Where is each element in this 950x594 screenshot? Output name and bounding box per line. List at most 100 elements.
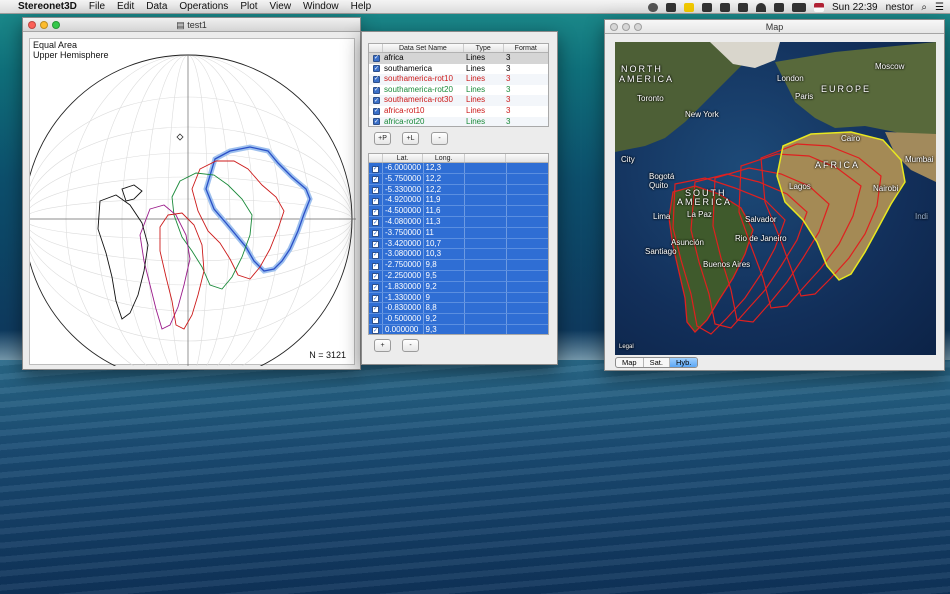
visibility-checkbox[interactable]: ✓	[373, 54, 380, 62]
point-row[interactable]: ✓ 0.000000 9,3	[369, 324, 548, 334]
stereonet-plot[interactable]: Equal Area Upper Hemisphere N = 3121	[29, 38, 356, 366]
point-row[interactable]: ✓ -1.830000 9,2	[369, 281, 548, 293]
visibility-checkbox[interactable]: ✓	[373, 65, 380, 73]
dataset-row[interactable]: ✓ southamerica-rot30 Lines 3	[369, 95, 548, 106]
evernote-icon[interactable]	[666, 2, 677, 12]
map-view[interactable]: NORTH AMERICA EUROPE London Moscow Paris…	[615, 42, 936, 355]
point-row[interactable]: ✓ -4.500000 11,6	[369, 206, 548, 217]
dataset-row[interactable]: ✓ africa-rot10 Lines 3	[369, 106, 548, 117]
point-row[interactable]: ✓ -3.750000 11	[369, 227, 548, 239]
menu-view[interactable]: View	[270, 1, 292, 12]
cloud-icon[interactable]	[648, 2, 659, 12]
battery-icon[interactable]	[792, 2, 807, 12]
stereonet-titlebar[interactable]: ▤ test1	[23, 18, 360, 32]
point-row[interactable]: ✓ -6.000000 12,3	[369, 163, 548, 174]
minimize-button[interactable]	[622, 23, 630, 31]
point-checkbox[interactable]: ✓	[372, 295, 379, 303]
point-row[interactable]: ✓ -3.080000 10,3	[369, 249, 548, 261]
visibility-checkbox[interactable]: ✓	[373, 118, 380, 126]
wifi-icon[interactable]	[756, 2, 767, 12]
remove-point-button[interactable]: -	[402, 339, 419, 352]
point-row[interactable]: ✓ -5.330000 12,2	[369, 184, 548, 196]
tab-satellite[interactable]: Sat.	[644, 358, 670, 367]
point-checkbox[interactable]: ✓	[372, 316, 379, 324]
header-format[interactable]: Format	[504, 44, 548, 52]
point-checkbox[interactable]: ✓	[372, 230, 379, 238]
notification-center-icon[interactable]: ☰	[935, 2, 944, 13]
close-button[interactable]	[28, 21, 36, 29]
menu-edit[interactable]: Edit	[117, 1, 134, 12]
point-row[interactable]: ✓ -0.500000 9,2	[369, 314, 548, 325]
point-checkbox[interactable]: ✓	[372, 284, 379, 292]
menu-file[interactable]: File	[89, 1, 105, 12]
display-icon[interactable]	[702, 2, 713, 12]
point-checkbox[interactable]: ✓	[372, 208, 379, 216]
point-checkbox[interactable]: ✓	[372, 327, 379, 334]
header-long[interactable]: Long.	[423, 154, 465, 162]
dataset-table[interactable]: Data Set Name Type Format ✓ africa Lines…	[368, 43, 549, 127]
point-checkbox[interactable]: ✓	[372, 187, 379, 195]
visibility-checkbox[interactable]: ✓	[373, 75, 380, 83]
map-label-quito: Quito	[649, 181, 669, 190]
tab-hybrid[interactable]: Hyb.	[669, 358, 698, 367]
menu-help[interactable]: Help	[351, 1, 372, 12]
clock[interactable]: Sun 22:39	[832, 2, 878, 13]
zoom-button[interactable]	[52, 21, 60, 29]
point-checkbox[interactable]: ✓	[372, 219, 379, 227]
point-checkbox[interactable]: ✓	[372, 165, 379, 173]
airplay-icon[interactable]	[738, 2, 749, 12]
point-row[interactable]: ✓ -4.080000 11,3	[369, 216, 548, 228]
close-button[interactable]	[610, 23, 618, 31]
point-row[interactable]: ✓ -1.330000 9	[369, 292, 548, 304]
dataset-row[interactable]: ✓ africa Lines 3	[369, 53, 548, 64]
add-lines-button[interactable]: +L	[402, 132, 419, 145]
minimize-button[interactable]	[40, 21, 48, 29]
point-checkbox[interactable]: ✓	[372, 241, 379, 249]
point-checkbox[interactable]: ✓	[372, 197, 379, 205]
point-checkbox[interactable]: ✓	[372, 176, 379, 184]
remove-dataset-button[interactable]: -	[431, 132, 448, 145]
point-row[interactable]: ✓ -0.830000 8,8	[369, 303, 548, 315]
dataset-row[interactable]: ✓ southamerica Lines 3	[369, 64, 548, 75]
zoom-button[interactable]	[634, 23, 642, 31]
user-name[interactable]: nestor	[886, 2, 914, 13]
menu-operations[interactable]: Operations	[179, 1, 228, 12]
menu-data[interactable]: Data	[146, 1, 167, 12]
app-badge-icon[interactable]	[684, 2, 695, 12]
dataset-row[interactable]: ✓ southamerica-rot10 Lines 3	[369, 74, 548, 85]
menu-window[interactable]: Window	[303, 1, 339, 12]
point-row[interactable]: ✓ -2.250000 9,5	[369, 270, 548, 282]
point-row[interactable]: ✓ -3.420000 10,7	[369, 238, 548, 250]
dataset-row[interactable]: ✓ southamerica-rot20 Lines 3	[369, 85, 548, 96]
point-row[interactable]: ✓ -4.920000 11,9	[369, 195, 548, 207]
point-checkbox[interactable]: ✓	[372, 251, 379, 259]
point-row[interactable]: ✓ -2.750000 9,8	[369, 260, 548, 271]
point-empty-cell	[507, 163, 548, 173]
dataset-row[interactable]: ✓ africa-rot20 Lines 3	[369, 116, 548, 126]
header-lat[interactable]: Lat.	[383, 154, 424, 162]
add-points-button[interactable]: +P	[374, 132, 391, 145]
visibility-checkbox[interactable]: ✓	[373, 86, 380, 94]
volume-icon[interactable]	[774, 2, 785, 12]
menu-plot[interactable]: Plot	[240, 1, 257, 12]
map-titlebar[interactable]: Map	[605, 20, 944, 34]
us-flag-icon[interactable]	[814, 2, 825, 12]
timemachine-icon[interactable]	[720, 2, 731, 12]
tab-map[interactable]: Map	[616, 358, 644, 367]
add-point-button[interactable]: +	[374, 339, 391, 352]
header-type[interactable]: Type	[464, 44, 504, 52]
points-table[interactable]: Lat. Long. ✓ -6.000000 12,3 ✓ -5.750000 12,2 ✓…	[368, 153, 549, 335]
point-checkbox[interactable]: ✓	[372, 262, 379, 270]
dataset-name: southamerica-rot20	[384, 84, 453, 94]
dataset-format: 3	[506, 74, 511, 84]
legal-link[interactable]: Legal	[619, 344, 634, 350]
visibility-checkbox[interactable]: ✓	[373, 97, 380, 105]
app-menu[interactable]: Stereonet3D	[18, 1, 77, 12]
point-checkbox[interactable]: ✓	[372, 305, 379, 313]
point-checkbox[interactable]: ✓	[372, 273, 379, 281]
spotlight-icon[interactable]: ⌕	[921, 2, 927, 13]
visibility-checkbox[interactable]: ✓	[373, 107, 380, 115]
map-type-segmented-control[interactable]: Map Sat. Hyb.	[615, 357, 699, 368]
header-name[interactable]: Data Set Name	[383, 44, 464, 52]
point-row[interactable]: ✓ -5.750000 12,2	[369, 173, 548, 185]
